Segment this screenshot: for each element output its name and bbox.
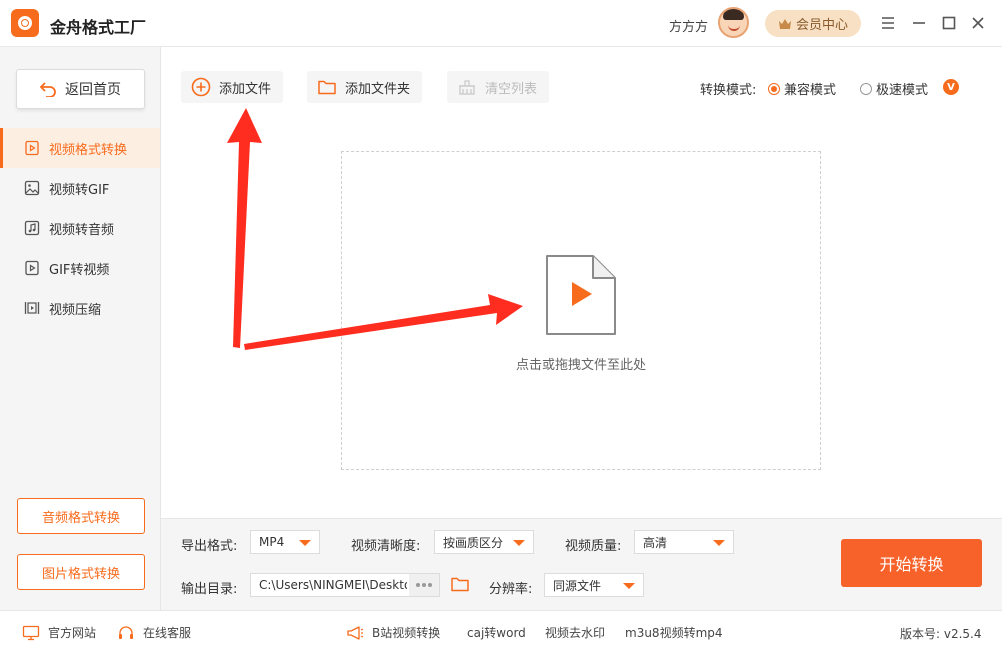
audio-convert-button[interactable]: 音频格式转换	[17, 498, 145, 534]
sidebar: 返回首页 视频格式转换 视频转GIF 视频转音频 GIF转视频 视频压缩 音频格…	[0, 47, 161, 610]
megaphone-icon	[347, 625, 364, 640]
add-folder-label: 添加文件夹	[345, 81, 411, 97]
sidebar-item-label: GIF转视频	[49, 262, 110, 278]
resolution-label: 分辨率:	[489, 582, 533, 597]
sidebar-item-video-convert[interactable]: 视频格式转换	[0, 128, 160, 168]
format-label: 导出格式:	[181, 539, 238, 554]
quality-value: 高清	[643, 535, 668, 550]
promo-link-caj[interactable]: caj转word	[467, 624, 526, 641]
promo-link-label: B站视频转换	[372, 626, 441, 640]
avatar[interactable]	[718, 7, 749, 38]
quality-label: 视频质量:	[565, 539, 622, 554]
convert-mode-label: 转换模式:	[700, 83, 757, 98]
quality-select[interactable]: 高清	[634, 530, 734, 554]
chevron-down-icon	[299, 540, 311, 546]
add-folder-button[interactable]: 添加文件夹	[307, 71, 423, 103]
output-dir-input[interactable]: C:\Users\NINGMEI\Deskto	[250, 573, 440, 597]
app-logo-icon	[11, 9, 39, 37]
crown-icon	[778, 18, 792, 30]
mode-fast-radio[interactable]: 极速模式	[860, 79, 928, 98]
official-website-label: 官方网站	[48, 626, 97, 640]
mode-compat-label: 兼容模式	[784, 83, 837, 98]
play-icon	[25, 260, 39, 276]
vip-center-button[interactable]: 会员中心	[765, 10, 861, 37]
clarity-value: 按画质区分	[443, 535, 504, 550]
music-icon	[24, 220, 40, 236]
sidebar-item-video-to-audio[interactable]: 视频转音频	[0, 208, 160, 248]
headset-icon	[119, 625, 133, 639]
mode-compat-radio[interactable]: 兼容模式	[768, 79, 836, 98]
sidebar-item-gif-to-video[interactable]: GIF转视频	[0, 248, 160, 288]
promo-link-m3u8[interactable]: m3u8视频转mp4	[625, 624, 723, 641]
back-arrow-icon	[39, 82, 56, 97]
close-icon[interactable]	[969, 14, 987, 32]
plus-circle-icon	[191, 77, 211, 97]
maximize-icon[interactable]	[940, 14, 958, 32]
drop-hint-text: 点击或拖拽文件至此处	[515, 358, 646, 373]
chevron-down-icon	[623, 583, 635, 589]
promo-link-bilibili[interactable]: B站视频转换	[346, 624, 440, 641]
resolution-value: 同源文件	[553, 578, 602, 593]
radio-dot	[860, 82, 872, 95]
status-bar: 官方网站 在线客服 B站视频转换 caj转word 视频去水印 m3u8视频转m…	[0, 610, 1002, 652]
browse-button[interactable]	[409, 574, 439, 596]
back-home-label: 返回首页	[65, 82, 121, 98]
vip-badge-icon: V	[943, 79, 959, 95]
sidebar-item-label: 视频压缩	[49, 302, 102, 318]
version-label: 版本号: v2.5.4	[900, 627, 982, 641]
clarity-label: 视频清晰度:	[351, 539, 421, 554]
clear-list-label: 清空列表	[485, 81, 538, 97]
chevron-down-icon	[513, 540, 525, 546]
start-convert-button[interactable]: 开始转换	[841, 539, 982, 587]
sidebar-item-label: 视频格式转换	[49, 142, 128, 158]
sidebar-item-label: 视频转GIF	[49, 182, 110, 198]
image-convert-button[interactable]: 图片格式转换	[17, 554, 145, 590]
back-home-button[interactable]: 返回首页	[16, 69, 145, 109]
clear-icon	[459, 80, 475, 95]
video-file-icon	[546, 255, 616, 335]
app-title: 金舟格式工厂	[50, 18, 147, 37]
sidebar-item-video-to-gif[interactable]: 视频转GIF	[0, 168, 160, 208]
add-file-label: 添加文件	[219, 81, 272, 97]
output-dir-value: C:\Users\NINGMEI\Deskto	[259, 578, 407, 592]
username[interactable]: 方方方	[669, 16, 708, 35]
resolution-select[interactable]: 同源文件	[544, 573, 644, 597]
sidebar-item-video-compress[interactable]: 视频压缩	[0, 288, 160, 328]
add-file-button[interactable]: 添加文件	[181, 71, 284, 103]
open-folder-icon[interactable]	[450, 574, 470, 594]
output-dir-label: 输出目录:	[181, 582, 238, 597]
monitor-icon	[22, 625, 40, 640]
online-support-label: 在线客服	[143, 626, 192, 640]
format-value: MP4	[259, 535, 285, 549]
promo-link-watermark[interactable]: 视频去水印	[545, 624, 605, 641]
minimize-icon[interactable]	[910, 14, 928, 32]
clear-list-button[interactable]: 清空列表	[447, 71, 550, 103]
title-bar: 金舟格式工厂 方方方 会员中心	[0, 0, 1002, 47]
chevron-down-icon	[713, 540, 725, 546]
official-website-link[interactable]: 官方网站	[22, 624, 96, 641]
video-icon	[25, 140, 39, 156]
menu-icon[interactable]	[879, 14, 897, 32]
compress-icon	[24, 302, 40, 314]
mode-fast-label: 极速模式	[876, 83, 929, 98]
radio-dot	[768, 82, 780, 95]
image-icon	[24, 180, 40, 196]
folder-icon	[318, 80, 336, 95]
sidebar-item-label: 视频转音频	[49, 222, 115, 238]
vip-center-label: 会员中心	[795, 18, 848, 33]
format-select[interactable]: MP4	[250, 530, 320, 554]
clarity-select[interactable]: 按画质区分	[434, 530, 534, 554]
online-support-link[interactable]: 在线客服	[117, 624, 191, 641]
